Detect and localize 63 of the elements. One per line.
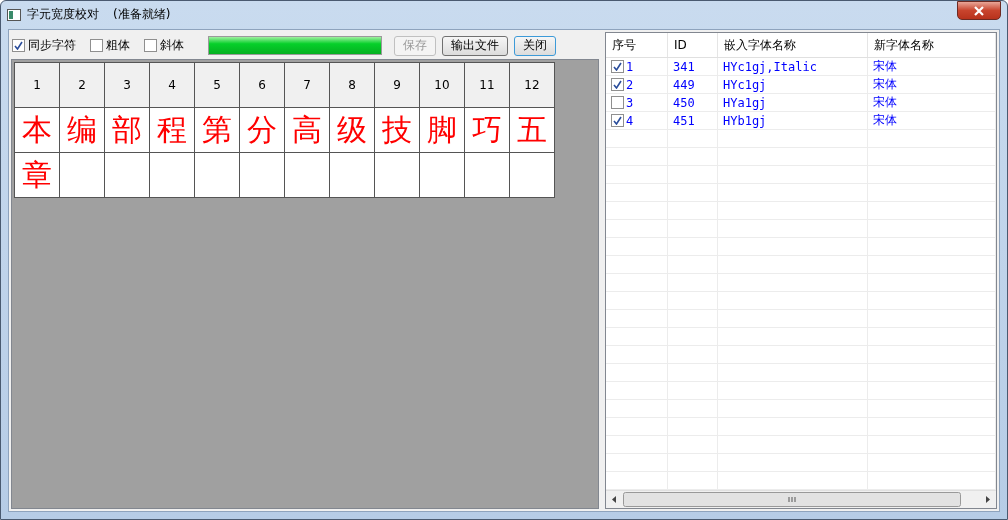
table-cell: 宋体 xyxy=(868,94,996,111)
checkbox[interactable] xyxy=(611,96,624,109)
column-header: 4 xyxy=(150,63,195,108)
row-number: 3 xyxy=(626,95,634,110)
checkbox[interactable] xyxy=(611,60,624,73)
column-header[interactable]: 序号 xyxy=(606,33,668,57)
table-cell: 341 xyxy=(668,58,718,75)
character-cell: 高 xyxy=(285,108,330,153)
character-cell: 章 xyxy=(15,153,60,198)
character-cell: 级 xyxy=(330,108,375,153)
window-status: (准备就绪) xyxy=(113,6,171,23)
column-header: 2 xyxy=(60,63,105,108)
app-icon xyxy=(7,8,21,21)
checkbox[interactable] xyxy=(12,39,25,52)
column-header: 1 xyxy=(15,63,60,108)
character-cell: 本 xyxy=(15,108,60,153)
character-cell: 第 xyxy=(195,108,240,153)
close-button[interactable] xyxy=(957,1,1001,20)
column-header: 5 xyxy=(195,63,240,108)
table-cell: 宋体 xyxy=(868,112,996,129)
character-cell: 脚 xyxy=(420,108,465,153)
table-cell: HYa1gj xyxy=(718,94,868,111)
checkbox[interactable] xyxy=(90,39,103,52)
column-header: 11 xyxy=(465,63,510,108)
option-label[interactable]: 粗体 xyxy=(106,37,130,54)
row-number: 1 xyxy=(626,59,634,74)
character-cell: 五 xyxy=(510,108,555,153)
column-header[interactable]: 新字体名称 xyxy=(868,33,996,57)
table-cell: HYc1gj xyxy=(718,76,868,93)
column-header: 10 xyxy=(420,63,465,108)
table-cell: 宋体 xyxy=(868,76,996,93)
character-cell: 分 xyxy=(240,108,285,153)
toolbar-button[interactable]: 输出文件 xyxy=(442,35,508,56)
column-header[interactable]: ID xyxy=(668,33,718,57)
table-cell: 宋体 xyxy=(868,58,996,75)
column-header: 3 xyxy=(105,63,150,108)
checkbox[interactable] xyxy=(611,78,624,91)
column-header: 8 xyxy=(330,63,375,108)
row-number: 4 xyxy=(626,113,634,128)
scrollbar-thumb[interactable] xyxy=(623,492,961,507)
table-cell: 450 xyxy=(668,94,718,111)
checkbox[interactable] xyxy=(144,39,157,52)
column-header: 7 xyxy=(285,63,330,108)
character-cell: 编 xyxy=(60,108,105,153)
table-cell: HYc1gj,Italic xyxy=(718,58,868,75)
toolbar-button[interactable]: 关闭 xyxy=(514,35,556,56)
close-icon xyxy=(973,5,985,16)
table-cell: 451 xyxy=(668,112,718,129)
row-number: 2 xyxy=(626,77,634,92)
character-cell: 技 xyxy=(375,108,420,153)
column-header[interactable]: 嵌入字体名称 xyxy=(718,33,868,57)
character-cell: 程 xyxy=(150,108,195,153)
option-label[interactable]: 斜体 xyxy=(160,37,184,54)
table-cell: 449 xyxy=(668,76,718,93)
character-cell: 部 xyxy=(105,108,150,153)
column-header: 9 xyxy=(375,63,420,108)
table-cell: HYb1gj xyxy=(718,112,868,129)
checkbox[interactable] xyxy=(611,114,624,127)
window-title: 字元宽度校对 xyxy=(27,6,99,23)
option-label[interactable]: 同步字符 xyxy=(28,37,76,54)
column-header: 6 xyxy=(240,63,285,108)
column-header: 12 xyxy=(510,63,555,108)
character-cell: 巧 xyxy=(465,108,510,153)
